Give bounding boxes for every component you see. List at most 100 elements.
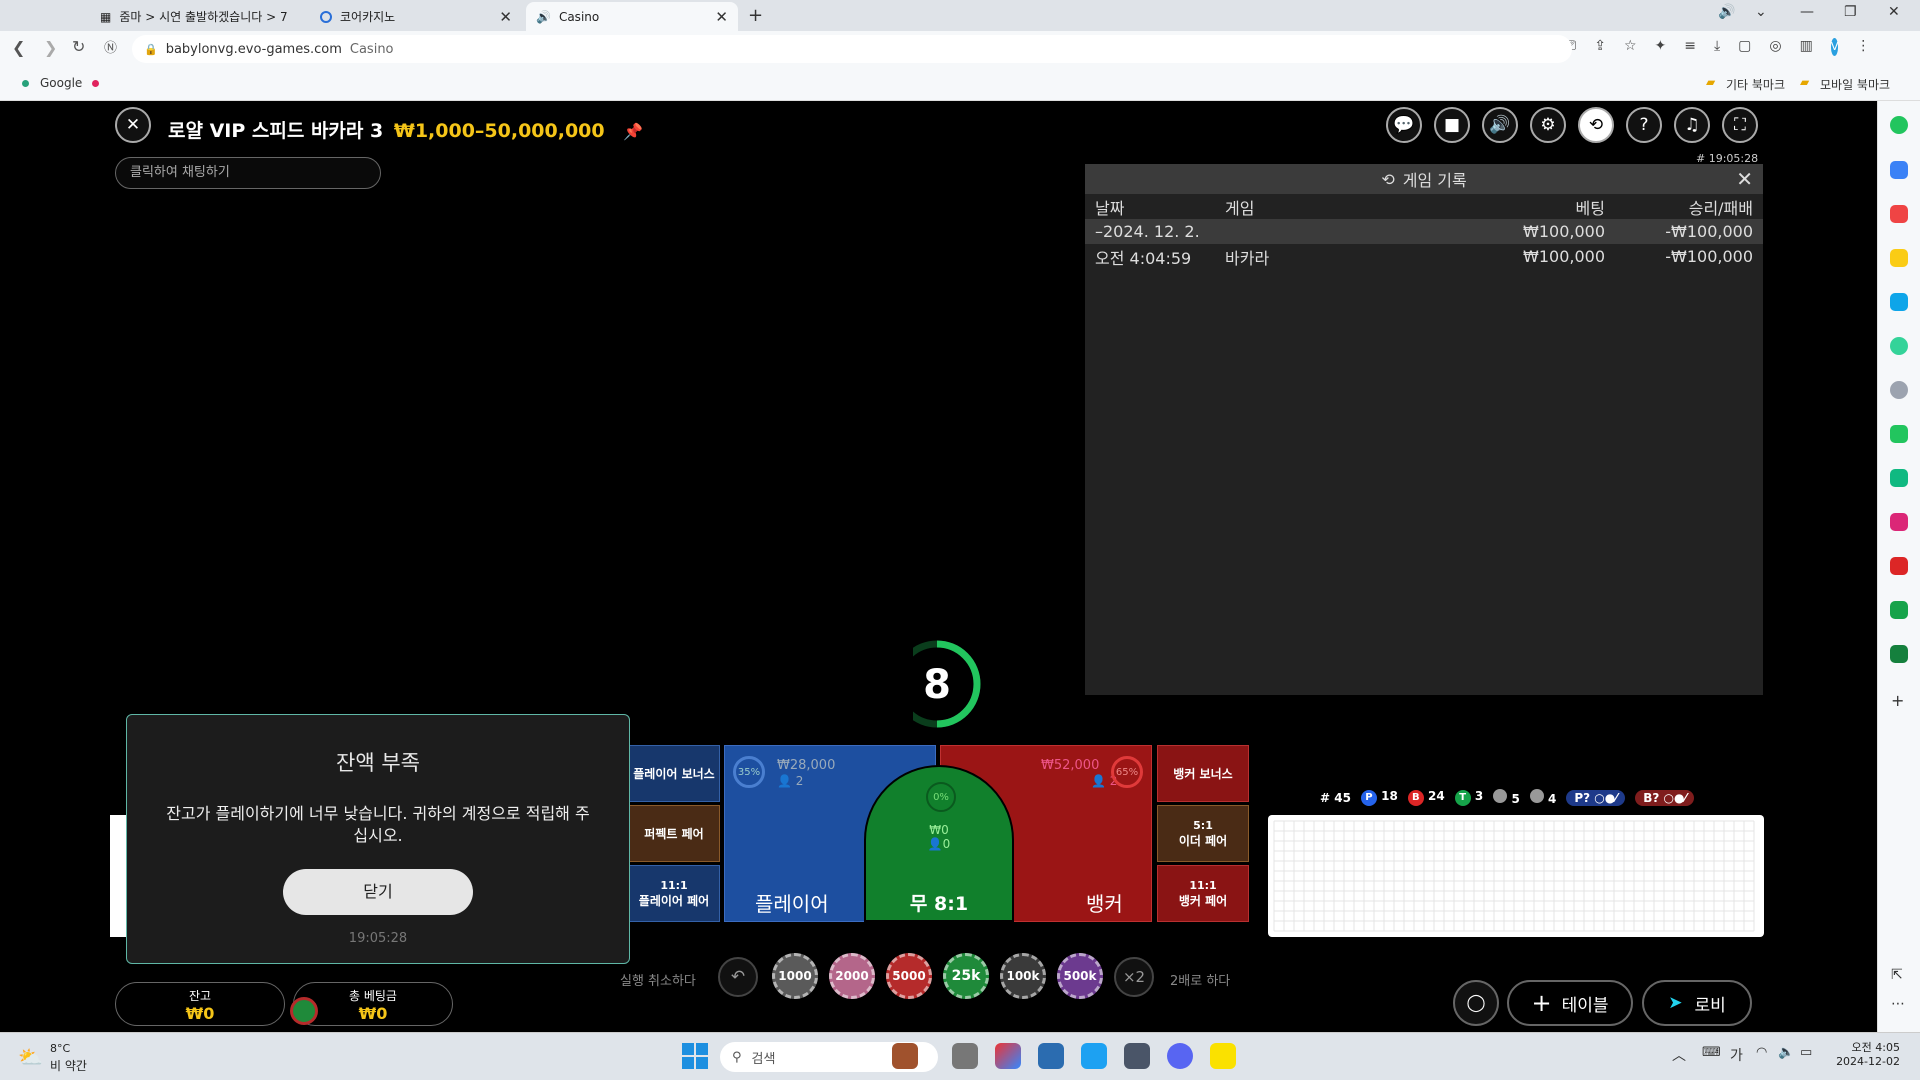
restore-button[interactable]: ❐ — [1844, 4, 1857, 20]
green-circle-icon[interactable] — [1890, 116, 1908, 134]
copilot-icon[interactable] — [995, 1043, 1021, 1069]
task-view-icon[interactable] — [952, 1043, 978, 1069]
app-icon[interactable] — [1124, 1043, 1150, 1069]
favorite-icon[interactable] — [1890, 249, 1908, 267]
weather-icon[interactable]: ⛅ — [18, 1045, 43, 1069]
star-icon[interactable]: ☆ — [1624, 38, 1637, 56]
start-button[interactable] — [682, 1043, 708, 1069]
player-ask-button[interactable]: P? ○●⁄ — [1566, 789, 1626, 806]
close-game-button[interactable]: ✕ — [115, 107, 151, 143]
pocket-icon[interactable] — [1890, 205, 1908, 223]
history-button[interactable]: ⟲ — [1578, 107, 1614, 143]
close-history-icon[interactable]: ✕ — [1736, 167, 1753, 191]
chip-1000[interactable]: 1000 — [772, 953, 818, 999]
new-tab-button[interactable]: + — [748, 5, 763, 26]
calendar-icon[interactable] — [1890, 161, 1908, 179]
taskbar-app-icon[interactable] — [892, 1043, 918, 1069]
chat-input[interactable]: 클릭하여 채팅하기 — [115, 157, 381, 189]
banker-ask-button[interactable]: B? ○●⁄ — [1635, 789, 1695, 806]
fullscreen-button[interactable]: ⛶ — [1722, 107, 1758, 143]
lobby-button[interactable]: ➤ 로비 — [1642, 980, 1752, 1026]
wifi-icon[interactable]: ◠ — [1756, 1045, 1767, 1060]
table-row[interactable]: 오전 4:04:59 바카라 ₩100,000 -₩100,000 — [1085, 244, 1763, 269]
playlist-icon[interactable]: ≡ — [1684, 38, 1696, 56]
omnibox[interactable]: 🔒 babylonvg.evo-games.com Casino — [132, 35, 1572, 63]
close-window-button[interactable]: ✕ — [1888, 4, 1900, 20]
share-icon[interactable]: ⇪ — [1594, 38, 1606, 56]
youtube-icon[interactable] — [1890, 557, 1908, 575]
clock-date[interactable]: 2024-12-02 — [1820, 1055, 1900, 1068]
play-circle-icon[interactable] — [1890, 337, 1908, 355]
undo-button[interactable]: ↶ — [718, 957, 758, 997]
download-icon[interactable]: ⤓ — [1714, 38, 1720, 56]
n-icon[interactable]: Ⓝ — [104, 37, 117, 56]
chip-5000[interactable]: 5000 — [886, 953, 932, 999]
window-icon[interactable]: ▢ — [1738, 38, 1751, 56]
either-pair-spot[interactable]: 5:1 이더 페어 — [1157, 805, 1249, 862]
history-day-row[interactable]: –2024. 12. 2. ₩100,000 -₩100,000 — [1085, 219, 1763, 244]
play-store-icon[interactable] — [1890, 469, 1908, 487]
table-button[interactable]: + 테이블 — [1507, 980, 1633, 1026]
clock-time[interactable]: 오전 4:05 — [1820, 1039, 1900, 1055]
naver-icon[interactable] — [1890, 425, 1908, 443]
player-bonus-spot[interactable]: 플레이어 보너스 — [628, 745, 720, 802]
banker-pair-spot[interactable]: 11:1 뱅커 페어 — [1157, 865, 1249, 922]
chip-2000[interactable]: 2000 — [829, 953, 875, 999]
gpt-icon[interactable] — [1890, 381, 1908, 399]
chip-100k[interactable]: 100k — [1000, 953, 1046, 999]
bookmark-mobile[interactable]: 모바일 북마크 — [1820, 76, 1890, 93]
perfect-pair-spot[interactable]: 퍼펙트 페어 — [628, 805, 720, 862]
edge-icon[interactable] — [1890, 293, 1908, 311]
discord-icon[interactable] — [1167, 1043, 1193, 1069]
stock-icon[interactable] — [1890, 601, 1908, 619]
tab-1[interactable]: ▦ 줌마 > 시연 출발하겠습니다 > 7 — [90, 2, 315, 31]
player-pair-spot[interactable]: 11:1 플레이어 페어 — [628, 865, 720, 922]
bookmark-other[interactable]: 기타 북마크 — [1726, 76, 1785, 93]
open-external-icon[interactable]: ⇱ — [1891, 967, 1903, 983]
more-icon[interactable]: ⋯ — [1891, 996, 1905, 1012]
chat-bubble-button[interactable]: ◯ — [1453, 980, 1499, 1026]
double-button[interactable]: ×2 — [1114, 957, 1154, 997]
close-tab-icon[interactable]: ✕ — [499, 8, 512, 26]
speaker-icon[interactable]: 🔈 — [1778, 1045, 1794, 1060]
tie-spot[interactable]: 0% ₩0 👤0 무 8:1 — [864, 765, 1014, 922]
video-button[interactable]: ■ — [1434, 107, 1470, 143]
add-sidebar-icon[interactable]: + — [1891, 691, 1904, 710]
back-icon[interactable]: ❮ — [12, 38, 25, 57]
banker-bonus-spot[interactable]: 뱅커 보너스 — [1157, 745, 1249, 802]
chat-button[interactable]: 💬 — [1386, 107, 1422, 143]
close-tab-icon[interactable]: ✕ — [715, 8, 728, 26]
settings-button[interactable]: ⚙ — [1530, 107, 1566, 143]
photos-icon[interactable] — [1038, 1043, 1064, 1069]
screenshot-icon[interactable]: ◎ — [1769, 38, 1781, 56]
kakaotalk-icon[interactable] — [1210, 1043, 1236, 1069]
bookmark-google[interactable]: Google — [40, 76, 82, 90]
site-info-icon[interactable]: 🔒 — [144, 43, 158, 56]
close-dialog-button[interactable]: 닫기 — [283, 869, 473, 915]
avatar[interactable]: V — [1830, 38, 1839, 56]
pin-icon[interactable]: 📌 — [623, 122, 643, 141]
sound-button[interactable]: 🔊 — [1482, 107, 1518, 143]
forward-icon[interactable]: ❯ — [44, 38, 57, 57]
chip-500k[interactable]: 500k — [1057, 953, 1103, 999]
tab-search-icon[interactable]: ⌄ — [1755, 4, 1767, 20]
instagram-icon[interactable] — [1890, 513, 1908, 531]
keyboard-icon[interactable]: ⌨ — [1702, 1045, 1721, 1060]
browser-icon[interactable] — [1081, 1043, 1107, 1069]
support-button[interactable]: ♫ — [1674, 107, 1710, 143]
ime-indicator[interactable]: 가 — [1730, 1045, 1743, 1065]
chevron-up-icon[interactable]: ︿ — [1672, 1045, 1686, 1065]
chip-25k[interactable]: 25k — [943, 953, 989, 999]
tab-2[interactable]: 코어카지노 ✕ — [310, 2, 522, 31]
sidebar-icon[interactable]: ▥ — [1800, 38, 1813, 56]
help-button[interactable]: ? — [1626, 107, 1662, 143]
reload-icon[interactable]: ↻ — [72, 37, 85, 56]
battery-icon[interactable]: ▭ — [1800, 1045, 1812, 1060]
minimize-button[interactable]: — — [1800, 4, 1814, 20]
roadmap[interactable] — [1268, 815, 1764, 937]
bookmark-dot-icon[interactable] — [92, 80, 99, 87]
tab-3-active[interactable]: 🔊 Casino ✕ — [526, 2, 738, 31]
bag-icon[interactable] — [1890, 645, 1908, 663]
extensions-icon[interactable]: ✦ — [1655, 38, 1667, 56]
menu-icon[interactable]: ⋮ — [1856, 38, 1870, 56]
